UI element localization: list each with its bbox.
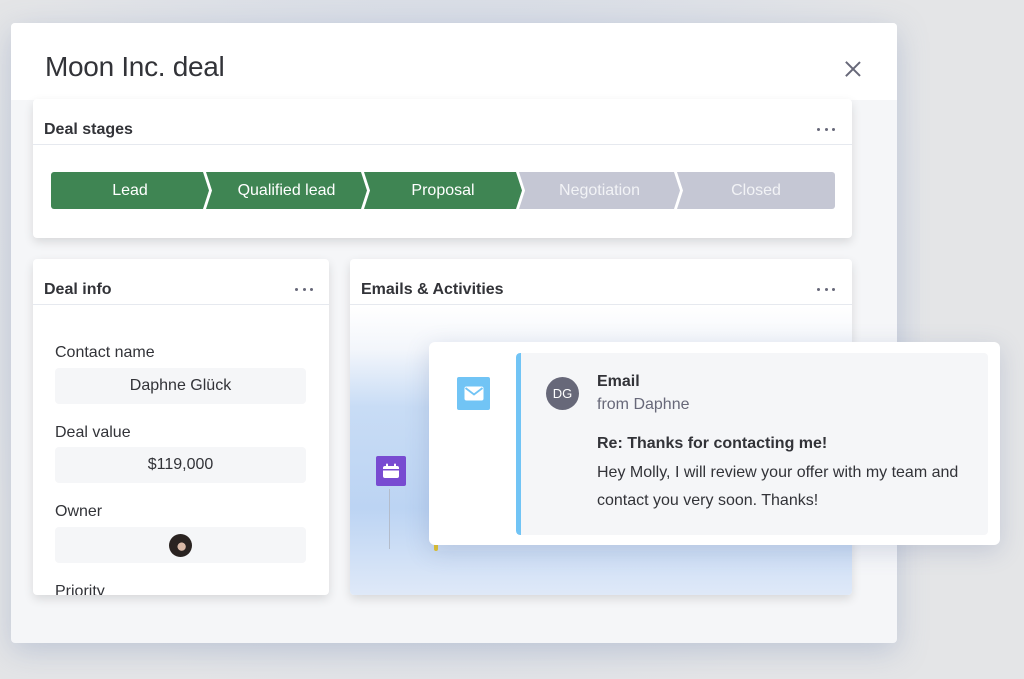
card-title: Emails & Activities: [361, 281, 504, 298]
card-header: Emails & Activities: [350, 259, 852, 305]
stage-pipeline: Lead Qualified lead Proposal Negotiation…: [51, 172, 835, 209]
priority-label: Priority: [55, 583, 105, 595]
email-sender: from Daphne: [597, 396, 690, 413]
deal-info-card: Deal info Contact name Daphne Glück Deal…: [33, 259, 329, 595]
contact-name-label: Contact name: [55, 344, 155, 361]
stage-qualified-lead[interactable]: Qualified lead: [206, 172, 367, 209]
deal-stages-card: Deal stages Lead Qualified lead Proposal…: [33, 99, 852, 238]
card-title: Deal info: [44, 281, 112, 298]
more-dots-icon[interactable]: [817, 128, 835, 132]
modal-header: Moon Inc. deal: [11, 23, 897, 100]
card-title: Deal stages: [44, 121, 133, 138]
email-content: DG Email from Daphne Re: Thanks for cont…: [516, 353, 988, 535]
card-header: Deal stages: [33, 99, 852, 145]
owner-avatar[interactable]: [169, 533, 192, 557]
calendar-icon: [376, 456, 406, 486]
email-type: Email: [597, 373, 640, 390]
mail-icon: [457, 377, 490, 410]
card-header: Deal info: [33, 259, 329, 305]
stage-closed[interactable]: Closed: [677, 172, 835, 209]
email-body: Hey Molly, I will review your offer with…: [597, 464, 959, 509]
email-subject: Re: Thanks for contacting me!: [597, 435, 828, 452]
contact-name-field[interactable]: Daphne Glück: [55, 368, 306, 404]
owner-field[interactable]: [55, 527, 306, 563]
more-dots-icon[interactable]: [817, 288, 835, 292]
deal-value-label: Deal value: [55, 424, 131, 441]
email-accent-bar: [516, 353, 521, 535]
modal-title: Moon Inc. deal: [45, 51, 225, 82]
stage-proposal[interactable]: Proposal: [364, 172, 522, 209]
more-dots-icon[interactable]: [295, 288, 313, 292]
timeline-line: [389, 489, 390, 549]
email-activity-card[interactable]: DG Email from Daphne Re: Thanks for cont…: [429, 342, 1000, 545]
close-icon[interactable]: [843, 59, 863, 79]
owner-label: Owner: [55, 503, 103, 520]
sender-avatar[interactable]: DG: [546, 377, 579, 410]
deal-value-field[interactable]: $119,000: [55, 447, 306, 483]
stage-lead[interactable]: Lead: [51, 172, 209, 209]
stage-negotiation[interactable]: Negotiation: [519, 172, 680, 209]
